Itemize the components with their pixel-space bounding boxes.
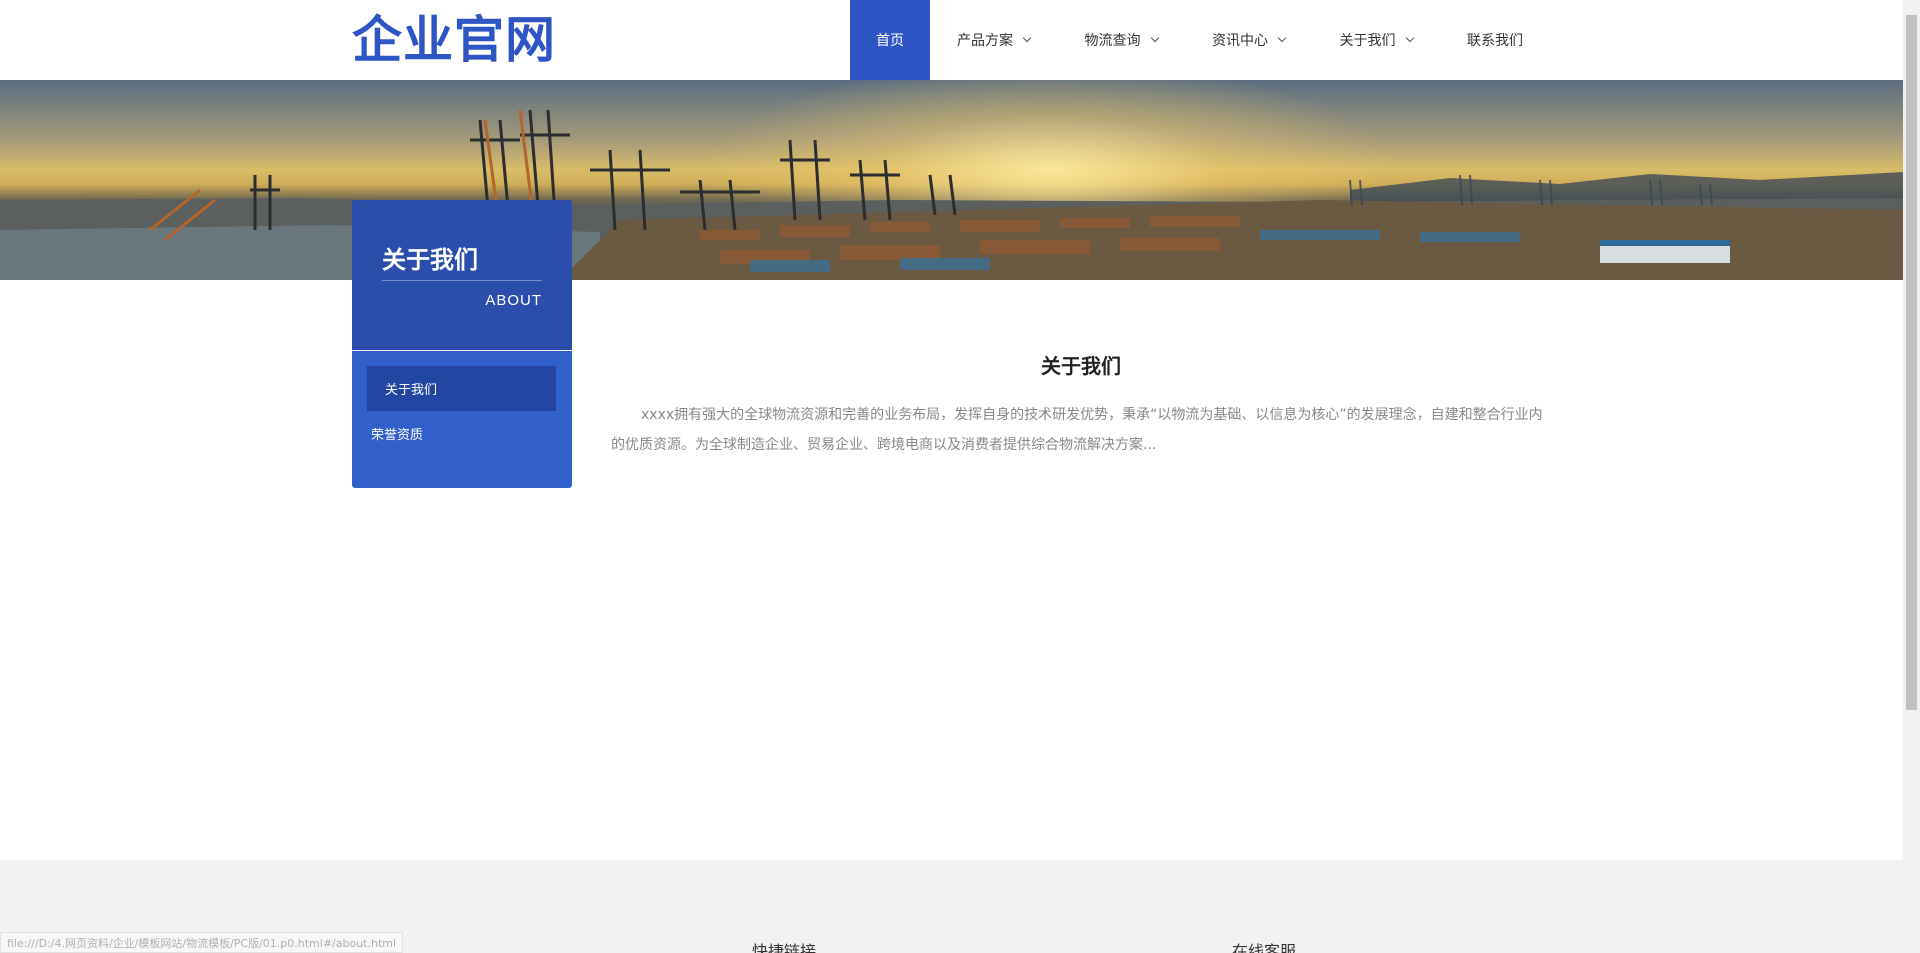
nav-item-news[interactable]: 资讯中心 bbox=[1185, 0, 1312, 80]
about-paragraph: xxxx拥有强大的全球物流资源和完善的业务布局，发挥自身的技术研发优势，秉承“以… bbox=[611, 407, 1543, 453]
sidebar-header: 关于我们 ABOUT bbox=[352, 200, 572, 350]
sidebar-item-honors[interactable]: 荣誉资质 bbox=[367, 411, 556, 456]
sidebar-item-label: 关于我们 bbox=[385, 383, 438, 398]
nav-item-label: 关于我们 bbox=[1339, 33, 1396, 49]
main-nav: 首页 产品方案 物流查询 资讯中心 关于我们 联系我们 bbox=[850, 0, 1550, 80]
nav-item-label: 首页 bbox=[876, 33, 904, 49]
nav-item-home[interactable]: 首页 bbox=[850, 0, 930, 80]
nav-item-products[interactable]: 产品方案 bbox=[930, 0, 1057, 80]
nav-item-label: 产品方案 bbox=[957, 33, 1013, 49]
sidebar-menu: 关于我们 荣誉资质 bbox=[352, 351, 572, 488]
page-title: 关于我们 bbox=[1041, 354, 1121, 378]
nav-item-logistics[interactable]: 物流查询 bbox=[1057, 0, 1185, 80]
chevron-down-icon bbox=[1277, 33, 1287, 43]
scrollbar-thumb[interactable] bbox=[1906, 15, 1917, 710]
hero-banner bbox=[0, 80, 1903, 280]
nav-item-label: 联系我们 bbox=[1467, 33, 1523, 49]
port-illustration bbox=[0, 109, 1903, 280]
sidebar-subtitle: ABOUT bbox=[485, 292, 542, 309]
nav-item-label: 物流查询 bbox=[1084, 33, 1141, 49]
site-header: 企业官网 首页 产品方案 物流查询 资讯中心 关于我们 联系我们 bbox=[0, 0, 1903, 80]
sidebar-title: 关于我们 bbox=[382, 246, 478, 274]
nav-item-about[interactable]: 关于我们 bbox=[1312, 0, 1440, 80]
page-scrollbar[interactable] bbox=[1903, 0, 1920, 953]
footer-quick-links-title: 快捷链接 bbox=[752, 942, 817, 953]
status-bar-url: file:///D:/4.网页资料/企业/模板网站/物流模板/PC版/01.p0… bbox=[0, 932, 404, 953]
nav-item-label: 资讯中心 bbox=[1212, 33, 1268, 49]
sidebar-item-label: 荣誉资质 bbox=[371, 428, 424, 443]
nav-item-contact[interactable]: 联系我们 bbox=[1440, 0, 1550, 80]
chevron-down-icon bbox=[1405, 33, 1414, 43]
site-logo[interactable]: 企业官网 bbox=[352, 11, 556, 69]
chevron-down-icon bbox=[1150, 33, 1159, 43]
chevron-down-icon bbox=[1022, 33, 1032, 43]
sidebar-item-about[interactable]: 关于我们 bbox=[367, 366, 556, 411]
sidebar-divider bbox=[382, 280, 542, 281]
footer-online-service-title: 在线客服 bbox=[1232, 942, 1297, 953]
